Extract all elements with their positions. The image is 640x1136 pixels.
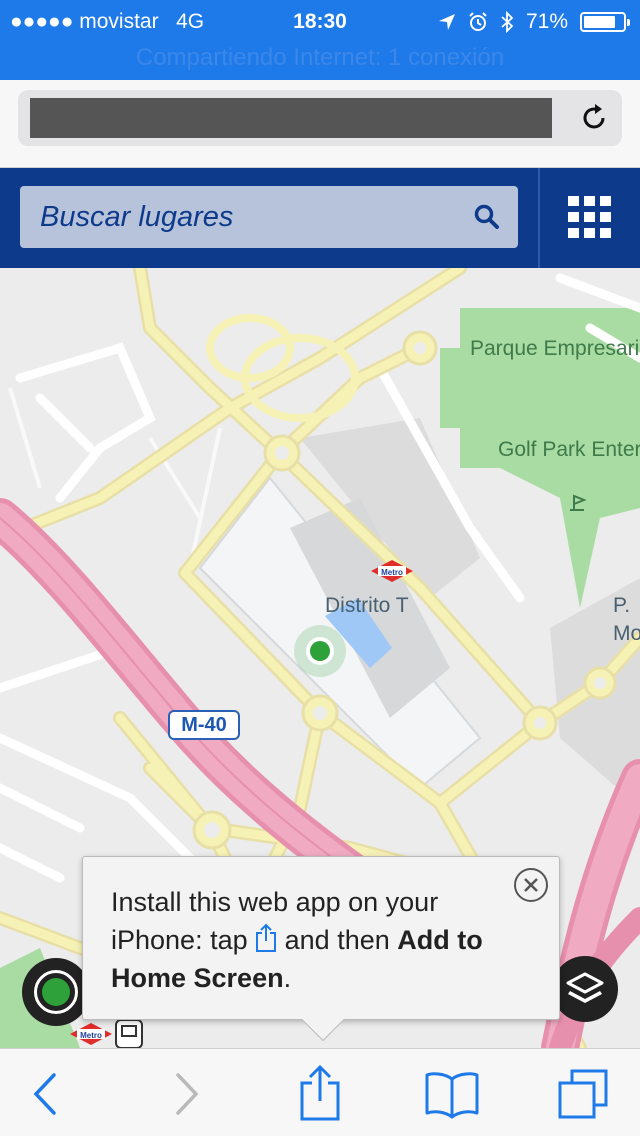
layers-button[interactable] [552,956,618,1022]
bookmarks-icon[interactable] [424,1069,480,1119]
place-name: Golf Park Entertainmen [498,438,640,461]
install-line-2: iPhone: tap [111,925,248,955]
place-label[interactable]: P. Mo [613,592,640,648]
reload-icon[interactable] [578,102,610,134]
place-label[interactable]: Distrito T [325,594,409,618]
share-icon[interactable] [292,1063,348,1121]
close-icon[interactable] [513,867,549,903]
install-line-1: Install this web app on your [111,887,439,917]
install-bold-1: Add to [397,925,483,955]
install-end: . [283,963,292,993]
app-header: Buscar lugares [0,168,640,268]
apps-grid-icon[interactable] [566,194,614,242]
url-field-redacted[interactable] [30,98,552,138]
browser-toolbar [0,1048,640,1136]
place-name: Distrito T [325,594,409,617]
place-label[interactable]: Parque Empresarial La Moraleja [470,334,640,364]
layers-icon [566,972,604,1003]
back-icon[interactable] [18,1069,74,1119]
locate-dot [42,978,70,1006]
bluetooth-icon [501,11,514,33]
place-label[interactable]: Golf Park Entertainmen [498,436,640,464]
place-name: P. Mo [613,594,640,645]
svg-text:Metro: Metro [381,568,403,577]
header-divider [538,168,540,268]
train-icon[interactable] [115,1019,143,1048]
place-name: Parque Empresarial La Moraleja [470,337,640,360]
hotspot-banner[interactable]: Compartiendo Internet: 1 conexión [0,44,640,72]
install-instructions: Install this web app on your iPhone: tap… [111,883,531,997]
tabs-icon[interactable] [556,1069,612,1119]
location-arrow-icon [438,14,455,30]
svg-text:Metro: Metro [80,1031,102,1040]
install-line-2-cont: and then [284,925,390,955]
browser-address-area [0,80,640,168]
address-bar[interactable] [18,90,622,146]
share-icon [256,923,277,952]
search-field[interactable]: Buscar lugares [20,186,518,248]
install-web-app-popup: Install this web app on your iPhone: tap… [82,856,560,1042]
battery-percent: 71% [525,10,568,33]
search-icon[interactable] [474,204,500,230]
road-shield[interactable]: M-40 [168,710,240,740]
forward-icon[interactable] [158,1069,214,1119]
search-placeholder: Buscar lugares [40,201,234,233]
battery-icon [580,12,630,32]
alarm-icon [469,12,487,31]
status-bar: ●●●●● movistar 4G 18:30 71% Compartiendo… [0,0,640,80]
locate-me-button[interactable] [22,958,90,1026]
install-bold-2: Home Screen [111,963,284,993]
